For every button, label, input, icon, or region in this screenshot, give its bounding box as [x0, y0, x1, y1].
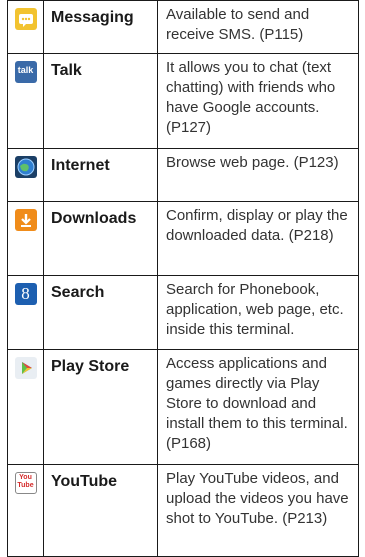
play-store-icon: [14, 357, 37, 379]
downloads-icon: [14, 209, 37, 231]
search-icon-label: 8: [21, 284, 30, 303]
table-row: Downloads Confirm, display or play the d…: [7, 201, 359, 276]
app-name: Talk: [43, 53, 158, 149]
app-description: Confirm, display or play the downloaded …: [157, 201, 359, 276]
app-name: Search: [43, 275, 158, 350]
youtube-icon: You Tube: [14, 472, 37, 494]
app-description: Access applications and games directly v…: [157, 349, 359, 465]
internet-icon: [14, 156, 37, 178]
table-row: talk Talk It allows you to chat (text ch…: [7, 53, 359, 149]
app-name: Messaging: [43, 0, 158, 54]
app-name: YouTube: [43, 464, 158, 557]
app-name: Downloads: [43, 201, 158, 276]
app-name: Internet: [43, 148, 158, 202]
app-description: Search for Phonebook, application, web p…: [157, 275, 359, 350]
table-row: You Tube YouTube Play YouTube videos, an…: [7, 464, 359, 557]
table-row: Messaging Available to send and receive …: [7, 0, 359, 54]
search-icon: 8: [14, 283, 37, 305]
table-row: Internet Browse web page. (P123): [7, 148, 359, 202]
app-name: Play Store: [43, 349, 158, 465]
talk-icon-label: talk: [17, 65, 34, 75]
messaging-icon: [14, 8, 37, 30]
app-description: Play YouTube videos, and upload the vide…: [157, 464, 359, 557]
table-row: Play Store Access applications and games…: [7, 349, 359, 465]
apps-table: Messaging Available to send and receive …: [7, 0, 359, 557]
youtube-icon-label: You Tube: [17, 474, 34, 489]
table-row: 8 Search Search for Phonebook, applicati…: [7, 275, 359, 350]
app-description: It allows you to chat (text chatting) wi…: [157, 53, 359, 149]
talk-icon: talk: [14, 61, 37, 83]
app-description: Available to send and receive SMS. (P115…: [157, 0, 359, 54]
app-description: Browse web page. (P123): [157, 148, 359, 202]
